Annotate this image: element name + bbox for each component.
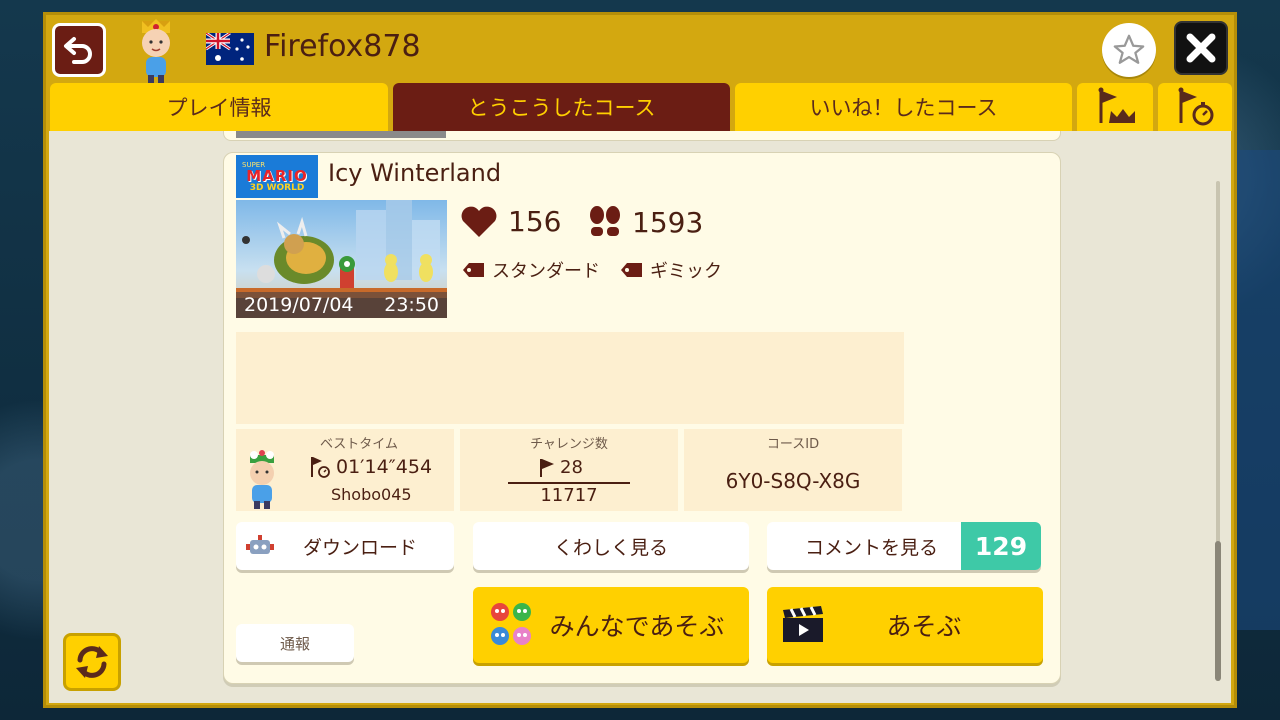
creator-username: Firefox878 — [264, 29, 421, 64]
likes-count: 156 — [508, 205, 562, 238]
robot-icon — [246, 535, 274, 554]
course-card: SUPER MARIO 3D WORLD Icy Winterland 2019… — [223, 152, 1061, 684]
scrollbar-thumb[interactable] — [1215, 541, 1221, 681]
flag-timer-icon — [311, 457, 330, 478]
multiplayer-icon — [491, 603, 531, 645]
creator-avatar[interactable] — [134, 19, 178, 85]
report-button[interactable]: 通報 — [236, 624, 354, 662]
course-title: Icy Winterland — [328, 159, 502, 187]
plays-stat: 1593 — [588, 205, 703, 239]
previous-course-thumbnail — [236, 131, 446, 138]
footprints-icon — [590, 206, 620, 236]
tag-label: スタンダード — [492, 261, 600, 282]
tag-standard: スタンダード — [462, 257, 600, 283]
clapperboard-icon — [783, 606, 823, 642]
close-icon — [1186, 33, 1216, 63]
best-time-holder: Shobo045 — [331, 485, 412, 504]
fraction-divider — [508, 482, 630, 484]
back-arrow-icon — [64, 37, 92, 64]
best-time-header: ベストタイム — [319, 437, 398, 452]
heart-icon — [461, 206, 497, 237]
clears-value: 28 — [538, 457, 583, 478]
upload-timestamp: 2019/07/04 23:50 — [236, 292, 447, 318]
tab-uploaded-courses[interactable]: とうこうしたコース — [393, 83, 730, 131]
refresh-button[interactable] — [63, 633, 121, 691]
upload-date: 2019/07/04 — [244, 294, 354, 316]
plays-count: 1593 — [632, 205, 704, 239]
course-id-box: コースID 6Y0-S8Q-X8G — [684, 429, 902, 511]
refresh-icon — [76, 646, 108, 678]
tag-label: ギミック — [650, 261, 722, 282]
best-time-box[interactable]: ベストタイム 01′14″454 Shobo045 — [236, 429, 454, 511]
challenges-box: チャレンジ数 28 11717 — [460, 429, 678, 511]
download-button[interactable]: ダウンロード — [236, 522, 454, 570]
record-holder-avatar — [250, 450, 274, 509]
course-id-header: コースID — [766, 437, 820, 452]
previous-course-card[interactable] — [223, 131, 1061, 141]
play-button[interactable]: あそぶ — [767, 587, 1043, 663]
likes-stat: 156 — [460, 205, 561, 238]
flag-timer-icon — [1178, 87, 1214, 126]
tab-cleared-courses[interactable] — [1077, 83, 1153, 131]
best-time-value: 01′14″454 — [308, 455, 432, 479]
course-thumbnail[interactable]: 2019/07/04 23:50 — [236, 200, 447, 318]
comments-button[interactable]: コメントを見る 129 — [767, 522, 1041, 570]
course-detail-window: Firefox878 プレイ情報 とうこうしたコース いいね！したコース SUP… — [43, 12, 1237, 708]
upload-time: 23:50 — [384, 294, 439, 316]
challenges-header: チャレンジ数 — [530, 437, 608, 452]
australia-flag-icon — [206, 33, 254, 65]
game-style-logo: SUPER MARIO 3D WORLD — [236, 155, 318, 198]
close-button[interactable] — [1174, 21, 1228, 75]
tab-liked-courses[interactable]: いいね！したコース — [735, 83, 1072, 131]
back-button[interactable] — [52, 23, 106, 77]
multiplayer-button[interactable]: みんなであそぶ — [473, 587, 749, 663]
tab-world-records[interactable] — [1158, 83, 1232, 131]
star-icon — [1113, 34, 1145, 64]
tag-icon — [463, 263, 484, 277]
flag-crown-icon — [1098, 87, 1135, 123]
comment-count-badge: 129 — [961, 522, 1041, 570]
flag-icon — [540, 458, 554, 477]
tag-icon — [621, 263, 642, 277]
attempts-value: 11717 — [540, 485, 598, 506]
tag-gimmick: ギミック — [620, 257, 722, 283]
follow-star-button[interactable] — [1102, 23, 1156, 77]
course-id-value: 6Y0-S8Q-X8G — [725, 469, 861, 493]
tab-play-info[interactable]: プレイ情報 — [50, 83, 388, 131]
course-description — [236, 332, 904, 424]
course-list-area[interactable]: SUPER MARIO 3D WORLD Icy Winterland 2019… — [49, 131, 1231, 703]
details-button[interactable]: くわしく見る — [473, 522, 749, 570]
